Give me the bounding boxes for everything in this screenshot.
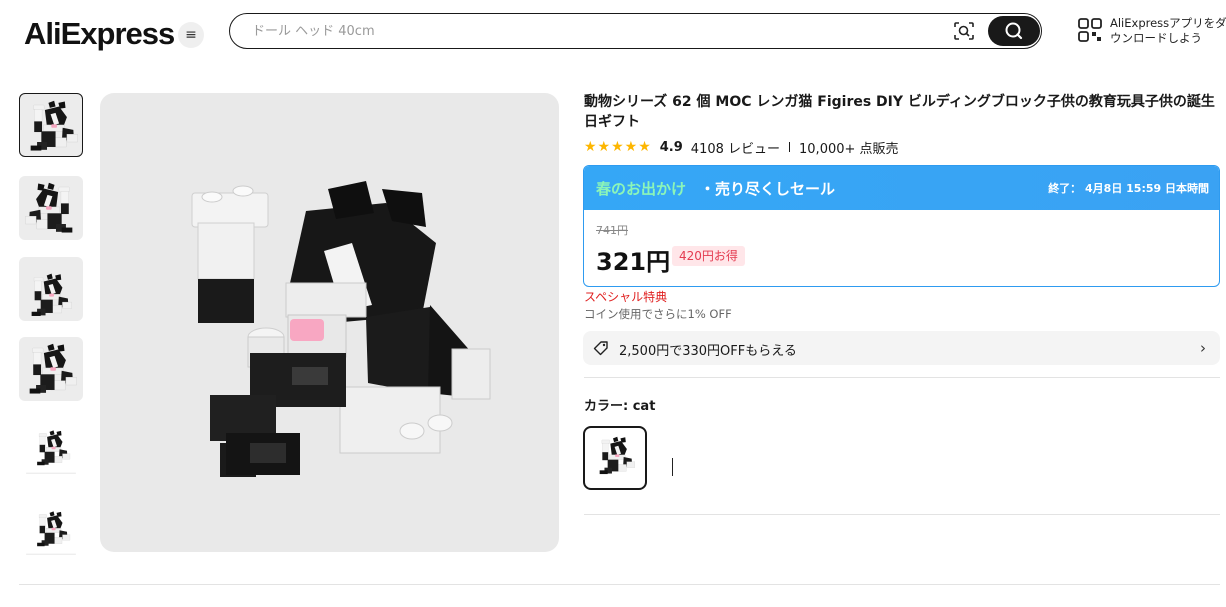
divider [19, 584, 1220, 585]
coin-discount-text: コイン使用でさらに1% OFF [584, 307, 732, 321]
review-count[interactable]: 4108 レビュー [691, 138, 780, 157]
thumbnail-3[interactable] [19, 257, 83, 321]
rating-score: 4.9 [659, 139, 683, 155]
divider [584, 514, 1220, 515]
original-price: 741円 [596, 224, 628, 237]
app-download-text: AliExpressアプリをダウンロードしよう [1110, 16, 1226, 45]
text-cursor [672, 458, 673, 476]
coupon-row[interactable]: 2,500円で330円OFFもらえる › [583, 331, 1220, 365]
rating-row: ★★★★★ 4.9 4108 レビュー 10,000+ 点販売 [584, 138, 899, 157]
divider [584, 377, 1220, 378]
coupon-text: 2,500円で330円OFFもらえる [619, 344, 797, 359]
search-icon [1005, 22, 1023, 40]
app-download-link[interactable]: AliExpressアプリをダウンロードしよう [1078, 16, 1226, 48]
thumbnail-5[interactable] [19, 418, 83, 482]
qr-code-icon [1078, 18, 1102, 42]
color-option-cat[interactable] [583, 426, 647, 490]
main-product-image[interactable] [100, 93, 559, 552]
thumbnail-1[interactable] [19, 93, 83, 157]
search-bar [229, 13, 1042, 49]
current-price: 321円 [596, 248, 671, 276]
camera-search-icon[interactable] [953, 21, 975, 41]
search-button[interactable] [988, 16, 1040, 46]
sale-end-time: 終了： 4月8日 15:59 日本時間 [1048, 182, 1209, 195]
separator [789, 142, 791, 152]
header: AliExpress ≡ AliExpressアプリをダウンロードしよう [0, 0, 1226, 66]
thumbnail-4[interactable] [19, 337, 83, 401]
sale-event-name: 春のお出かけ [596, 180, 687, 198]
tag-icon [593, 341, 608, 356]
sale-banner: 春のお出かけ ・売り尽くしセール 終了： 4月8日 15:59 日本時間 [584, 166, 1219, 210]
sold-count: 10,000+ 点販売 [799, 141, 899, 157]
star-rating-icon: ★★★★★ [584, 139, 652, 155]
discount-badge: 420円お得 [672, 246, 745, 266]
color-label: カラー: cat [584, 399, 656, 414]
thumbnail-2[interactable] [19, 176, 83, 240]
thumbnail-6[interactable] [19, 499, 83, 563]
special-offer-label: スペシャル特典 [584, 290, 668, 304]
search-input[interactable] [252, 21, 932, 41]
sale-box: 春のお出かけ ・売り尽くしセール 終了： 4月8日 15:59 日本時間 741… [583, 165, 1220, 287]
aliexpress-logo[interactable]: AliExpress [24, 16, 175, 52]
sale-event-suffix: ・売り尽くしセール [700, 180, 836, 198]
product-title: 動物シリーズ 62 個 MOC レンガ猫 Figires DIY ビルディングブ… [584, 94, 1215, 130]
hamburger-icon[interactable]: ≡ [178, 22, 204, 48]
chevron-right-icon: › [1200, 339, 1206, 357]
